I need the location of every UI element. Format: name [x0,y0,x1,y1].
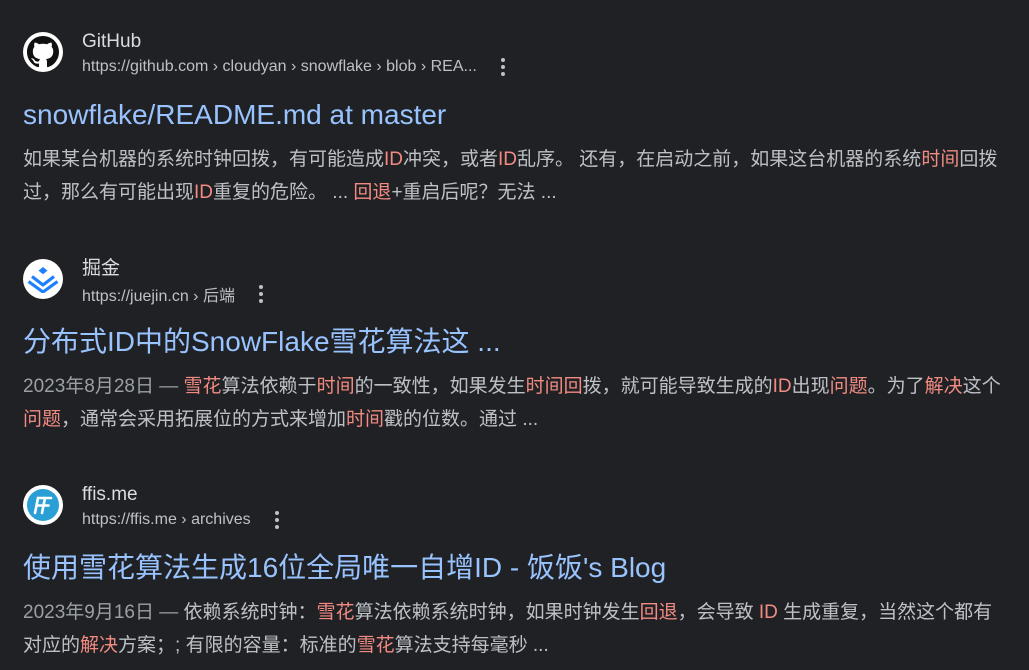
snippet-text: 冲突，或者 [403,149,499,170]
snippet-highlight: ID [384,149,404,170]
snippet-highlight: ID [758,602,778,623]
snippet-text: 算法依赖系统时钟，如果时钟发生 [354,602,640,623]
snippet-text: 出现 [791,376,830,397]
result-date: 2023年8月28日 — [23,376,184,397]
snippet-text: 算法支持每毫秒 ... [394,635,549,656]
result-snippet: 2023年9月16日 — 依赖系统时钟：雪花算法依赖系统时钟，如果时钟发生回退，… [23,596,1008,662]
snippet-highlight: 解决 [80,635,119,656]
snippet-highlight: ID [772,376,792,397]
snippet-highlight: 问题 [829,376,868,397]
snippet-highlight: 回退 [353,182,392,203]
snippet-highlight: ID [498,149,518,170]
search-results: GitHub https://github.com › cloudyan › s… [0,0,1029,670]
result-source[interactable]: ffis.me https://ffis.me › archives [23,483,1008,537]
snippet-highlight: 问题 [23,409,62,430]
ffis-icon [23,485,63,525]
snippet-highlight: 时间 [921,149,960,170]
result-snippet: 如果某台机器的系统时钟回拨，有可能造成ID冲突，或者ID乱序。 还有，在启动之前… [23,143,1008,209]
snippet-text: ，通常会采用拓展位的方式来增加 [61,409,347,430]
more-options-icon[interactable] [265,508,289,532]
result-title-link[interactable]: 使用雪花算法生成16位全局唯一自增ID - 饭饭's Blog [23,550,1008,586]
snippet-text: 如果某台机器的系统时钟回拨，有可能造成 [23,149,385,170]
result-source[interactable]: 掘金 https://juejin.cn › 后端 [23,257,1008,311]
snippet-highlight: 雪花 [183,376,222,397]
snippet-text: 乱序。 还有，在启动之前，如果这台机器的系统 [517,149,922,170]
snippet-text: 这个 [962,376,1001,397]
site-name: 掘金 [82,258,121,279]
result-date: 2023年9月16日 — [23,602,184,623]
result-url: https://juejin.cn › 后端 [82,288,235,305]
result-url: https://github.com › cloudyan › snowflak… [82,58,477,75]
juejin-icon [23,259,63,299]
snippet-highlight: 回退 [639,602,678,623]
snippet-highlight: 时间回 [525,376,583,397]
snippet-text: 重复的危险。 ... [213,182,354,203]
result-snippet: 2023年8月28日 — 雪花算法依赖于时间的一致性，如果发生时间回拨，就可能导… [23,370,1008,436]
snippet-highlight: 雪花 [356,635,395,656]
result-source[interactable]: GitHub https://github.com › cloudyan › s… [23,30,1008,84]
result-title-link[interactable]: 分布式ID中的SnowFlake雪花算法这 ... [23,324,1008,360]
snippet-highlight: 雪花 [316,602,355,623]
search-result: ffis.me https://ffis.me › archives 使用雪花算… [23,483,1008,662]
more-options-icon[interactable] [249,282,273,306]
more-options-icon[interactable] [491,55,515,79]
snippet-highlight: 解决 [924,376,963,397]
snippet-text: 。为了 [867,376,925,397]
snippet-text: 方案；; 有限的容量：标准的 [118,635,357,656]
snippet-text: 的一致性，如果发生 [354,376,526,397]
snippet-highlight: 时间 [346,409,385,430]
site-name: ffis.me [82,484,138,505]
snippet-highlight: 时间 [316,376,355,397]
search-result: GitHub https://github.com › cloudyan › s… [23,30,1008,209]
snippet-highlight: ID [194,182,214,203]
result-title-link[interactable]: snowflake/README.md at master [23,97,1008,133]
snippet-text: ，会导致 [677,602,759,623]
result-url: https://ffis.me › archives [82,511,251,528]
github-icon [23,32,63,72]
search-result: 掘金 https://juejin.cn › 后端 分布式ID中的SnowFla… [23,257,1008,436]
snippet-text: 拨，就可能导致生成的 [582,376,773,397]
snippet-text: +重启后呢？无法 ... [391,182,557,203]
snippet-text: 戳的位数。通过 ... [384,409,539,430]
site-name: GitHub [82,31,142,52]
snippet-text: 依赖系统时钟： [183,602,317,623]
snippet-text: 算法依赖于 [221,376,317,397]
